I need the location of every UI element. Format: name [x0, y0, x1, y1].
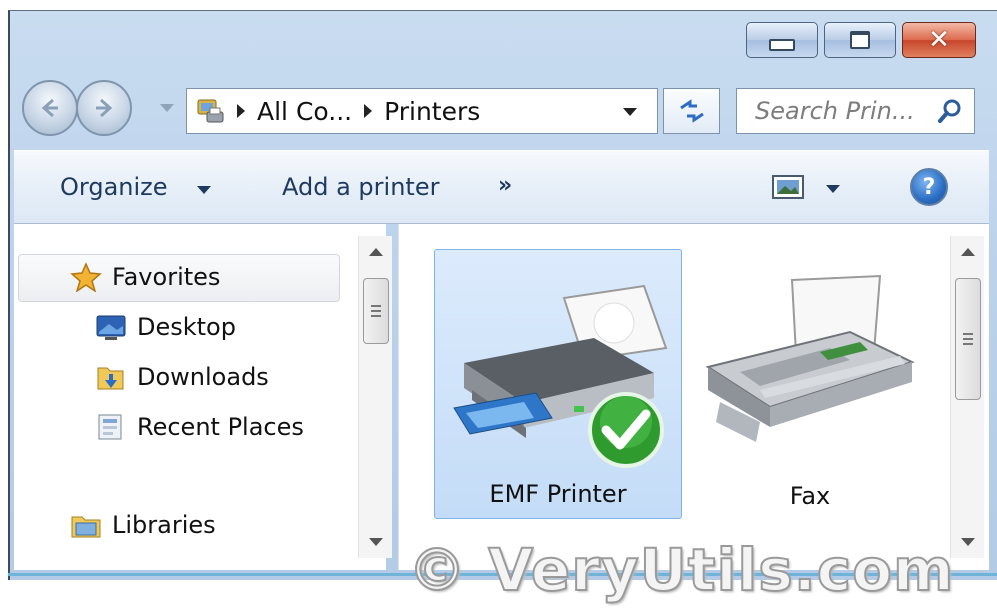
nav-item-label: Desktop	[137, 313, 236, 341]
refresh-icon	[679, 99, 704, 123]
breadcrumb-chevron-icon[interactable]	[364, 104, 373, 118]
breadcrumb-all-control-panel[interactable]: All Co...	[257, 97, 352, 126]
nav-item-downloads[interactable]: Downloads	[95, 362, 269, 392]
refresh-button[interactable]	[663, 88, 720, 134]
nav-item-label: Recent Places	[137, 413, 304, 441]
content-scrollbar[interactable]	[950, 236, 984, 558]
fax-icon	[705, 274, 915, 442]
add-printer-button[interactable]: Add a printer	[282, 173, 439, 201]
grip-icon	[371, 305, 381, 317]
close-icon: ✕	[928, 25, 950, 55]
nav-item-desktop[interactable]: Desktop	[95, 312, 236, 342]
scroll-down-icon[interactable]	[961, 538, 975, 546]
search-icon[interactable]	[938, 99, 962, 123]
organize-dropdown-icon[interactable]	[197, 186, 211, 194]
minimize-icon	[769, 39, 795, 51]
nav-item-label: Downloads	[137, 363, 269, 391]
nav-item-recent-places[interactable]: Recent Places	[95, 412, 304, 442]
scroll-down-icon[interactable]	[369, 538, 383, 546]
desktop-icon	[96, 315, 126, 340]
nav-item-favorites[interactable]: Favorites	[70, 262, 220, 292]
check-badge-icon	[588, 392, 664, 468]
address-bar[interactable]: All Co... Printers	[186, 88, 658, 134]
devices-printers-icon	[197, 99, 224, 123]
maximize-icon	[850, 31, 870, 49]
nav-pane-scrollbar[interactable]	[358, 236, 392, 558]
recent-places-icon	[98, 414, 122, 440]
forward-arrow-icon	[96, 98, 113, 118]
minimize-button[interactable]	[746, 22, 818, 58]
breadcrumb-chevron-icon[interactable]	[237, 104, 245, 118]
libraries-icon	[71, 516, 101, 538]
maximize-button[interactable]	[824, 22, 896, 58]
scroll-up-icon[interactable]	[961, 248, 975, 256]
device-label-fax: Fax	[789, 482, 831, 510]
help-button[interactable]: ?	[910, 168, 948, 206]
nav-item-label: Favorites	[112, 263, 221, 291]
scroll-up-icon[interactable]	[369, 248, 383, 256]
downloads-folder-icon	[97, 367, 124, 390]
forward-button[interactable]	[76, 80, 132, 136]
command-bar: Organize Add a printer » ?	[14, 150, 989, 224]
view-options-dropdown-icon[interactable]	[826, 185, 840, 193]
breadcrumb-printers[interactable]: Printers	[384, 97, 480, 126]
organize-menu[interactable]: Organize	[60, 173, 168, 201]
search-input[interactable]: Search Prin...	[736, 88, 975, 134]
device-label-emf-printer: EMF Printer	[489, 480, 627, 508]
nav-item-libraries[interactable]: Libraries	[70, 510, 216, 540]
scrollbar-thumb[interactable]	[363, 278, 389, 344]
back-button[interactable]	[22, 80, 78, 136]
nav-item-label: Libraries	[112, 511, 216, 539]
close-button[interactable]: ✕	[902, 22, 976, 58]
change-view-icon[interactable]	[772, 175, 804, 199]
back-arrow-icon	[41, 98, 58, 118]
star-icon	[70, 262, 102, 292]
recent-pages-dropdown-icon[interactable]	[160, 104, 174, 112]
more-commands-button[interactable]: »	[498, 173, 512, 198]
address-history-dropdown-icon[interactable]	[623, 108, 637, 116]
search-placeholder: Search Prin...	[755, 97, 915, 125]
scrollbar-thumb[interactable]	[955, 278, 981, 400]
help-icon: ?	[922, 174, 936, 200]
watermark: © VeryUtils.com	[407, 535, 955, 605]
grip-icon	[963, 333, 973, 345]
